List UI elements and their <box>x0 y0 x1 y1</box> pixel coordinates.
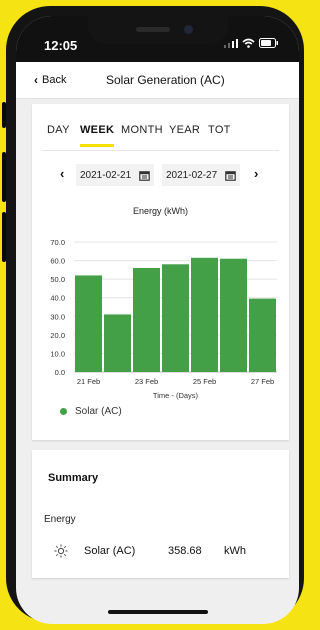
energy-label: Energy <box>44 514 76 525</box>
bar-21-feb <box>75 275 102 372</box>
summary-energy-value: 358.68 <box>168 545 202 557</box>
tab-month[interactable]: MONTH <box>121 124 163 136</box>
x-axis-label: Time - (Days) <box>153 391 199 400</box>
next-period-button[interactable]: › <box>254 166 258 181</box>
start-date-field[interactable]: 2021-02-21 <box>76 164 155 186</box>
home-indicator <box>108 610 208 614</box>
signal-icon <box>224 39 238 48</box>
y-tick-label: 40.0 <box>50 294 65 303</box>
y-tick-label: 30.0 <box>50 312 65 321</box>
back-label: Back <box>42 74 67 86</box>
y-tick-label: 20.0 <box>50 331 65 340</box>
chart-title: Energy (kWh) <box>132 206 188 216</box>
tab-day[interactable]: DAY <box>47 124 70 136</box>
x-tick-label: 21 Feb <box>77 377 100 386</box>
summary-card: Summary Energy Solar (AC) 358.68 kWh <box>32 450 289 578</box>
volume-down-button <box>2 212 6 262</box>
x-tick-label: 25 Feb <box>193 377 216 386</box>
summary-source-name: Solar (AC) <box>84 545 136 557</box>
legend-swatch <box>60 408 67 415</box>
summary-title: Summary <box>48 472 99 484</box>
sun-icon <box>54 544 68 558</box>
end-date: 2021-02-27 <box>166 169 218 181</box>
calendar-icon <box>225 170 236 181</box>
speaker <box>136 27 170 32</box>
end-date-field[interactable]: 2021-02-27 <box>162 164 241 186</box>
camera <box>184 25 193 34</box>
x-tick-label: 27 Feb <box>251 377 274 386</box>
phone-frame: 12:05 ‹ Back Solar Generation (AC) DAY W… <box>2 6 304 624</box>
x-tick-label: 23 Feb <box>135 377 158 386</box>
screen: 12:05 ‹ Back Solar Generation (AC) DAY W… <box>16 16 299 624</box>
tab-label: WEEK <box>80 124 115 136</box>
calendar-icon <box>139 170 150 181</box>
y-tick-label: 70.0 <box>50 238 65 247</box>
tab-week[interactable]: WEEK <box>80 124 115 147</box>
y-tick-label: 50.0 <box>50 275 65 284</box>
tabs-divider <box>42 150 279 151</box>
back-button[interactable]: ‹ Back <box>34 62 66 98</box>
bar-24-feb <box>162 264 189 372</box>
tab-year[interactable]: YEAR <box>169 124 200 136</box>
prev-period-button[interactable]: ‹ <box>60 166 64 181</box>
bar-23-feb <box>133 268 160 372</box>
bar-22-feb <box>104 314 131 372</box>
date-range-row: ‹ 2021-02-21 2021-02-27 › <box>32 164 289 186</box>
period-tabs: DAY WEEK MONTH YEAR TOT <box>32 124 289 148</box>
volume-up-button <box>2 152 6 202</box>
tab-label: DAY <box>47 124 70 136</box>
bar-25-feb <box>191 257 218 372</box>
summary-row: Solar (AC) 358.68 kWh <box>32 544 289 560</box>
chevron-left-icon: ‹ <box>34 73 38 87</box>
bar-26-feb <box>220 258 247 372</box>
mute-switch <box>2 102 6 128</box>
tab-label: TOT <box>208 124 231 136</box>
bar-27-feb <box>249 298 276 372</box>
y-tick-label: 60.0 <box>50 257 65 266</box>
tab-label: MONTH <box>121 124 163 136</box>
status-time: 12:05 <box>44 38 78 53</box>
start-date: 2021-02-21 <box>80 169 132 181</box>
page-title: Solar Generation (AC) <box>106 73 225 87</box>
y-tick-label: 10.0 <box>50 349 65 358</box>
nav-bar: ‹ Back Solar Generation (AC) <box>16 62 299 99</box>
tab-tot[interactable]: TOT <box>208 124 231 136</box>
status-icons <box>224 38 279 48</box>
notch <box>88 16 228 44</box>
chart-card: DAY WEEK MONTH YEAR TOT ‹ 2021-02-21 202… <box>32 104 289 440</box>
y-tick-label: 0.0 <box>55 368 65 377</box>
legend-label: Solar (AC) <box>75 406 122 417</box>
tab-label: YEAR <box>169 124 201 136</box>
summary-energy-unit: kWh <box>224 545 246 557</box>
battery-icon <box>259 38 278 48</box>
wifi-icon <box>242 38 255 48</box>
chart-legend[interactable]: Solar (AC) <box>60 406 122 417</box>
energy-bar-chart: 0.0 10.0 20.0 30.0 40.0 50.0 60.0 70.0 21 Feb 23 … <box>50 238 277 400</box>
tab-active-indicator <box>80 144 115 147</box>
